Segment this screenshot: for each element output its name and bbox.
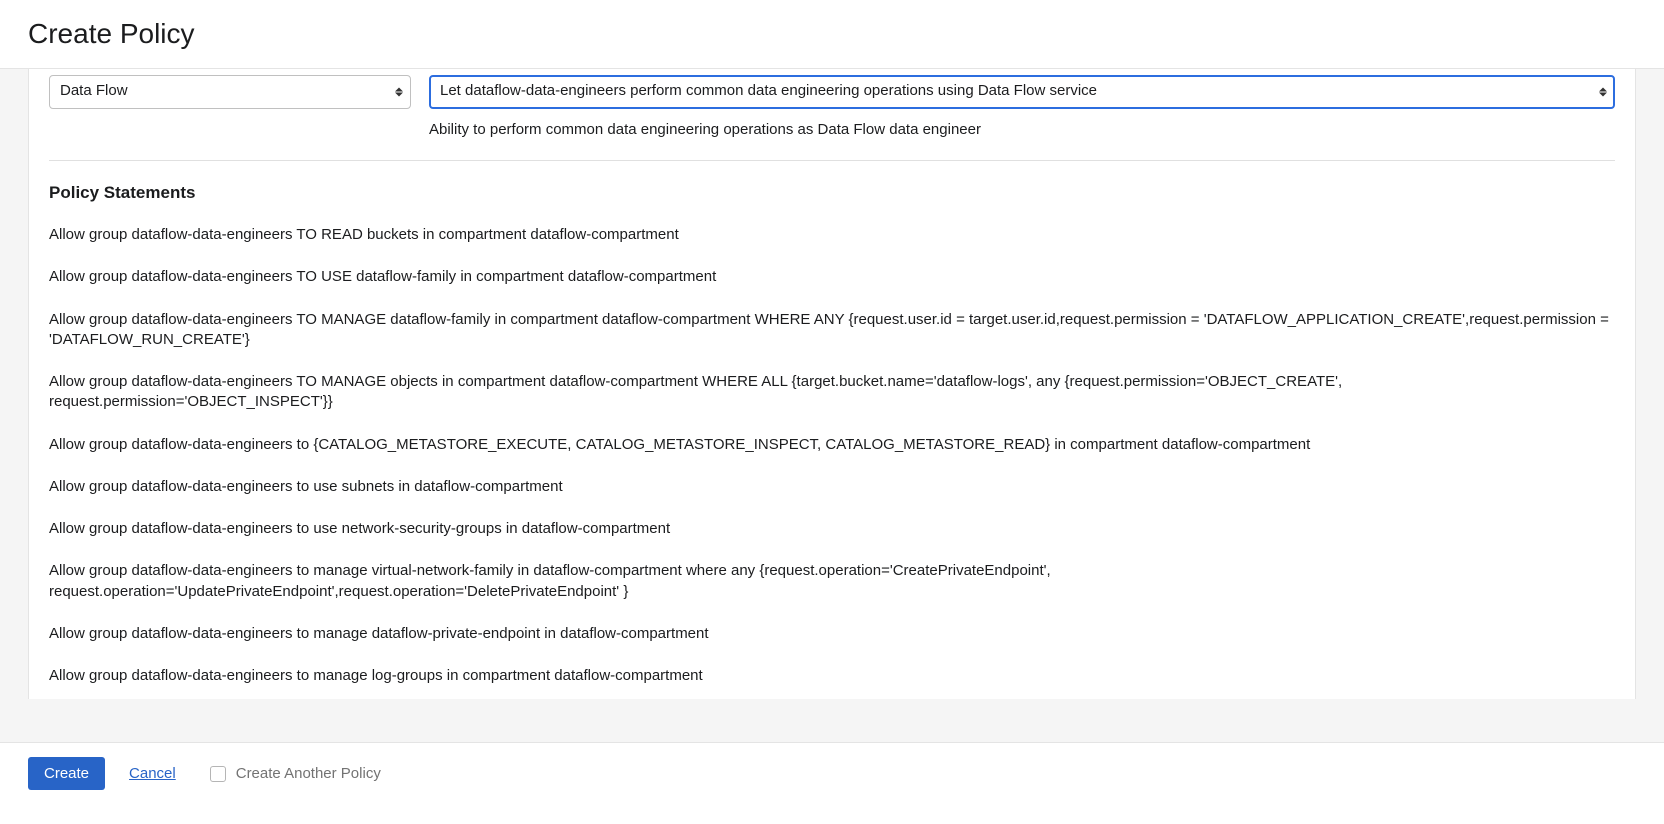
policy-template-select-wrap: Let dataflow-data-engineers perform comm… [429,75,1615,109]
policy-statement: Allow group dataflow-data-engineers TO U… [49,267,1615,287]
service-select[interactable]: Data Flow [49,75,411,109]
policy-statements-heading: Policy Statements [49,183,1615,203]
policy-statement: Allow group dataflow-data-engineers TO M… [49,310,1615,351]
policy-template-select[interactable]: Let dataflow-data-engineers perform comm… [429,75,1615,109]
service-select-wrap: Data Flow [49,75,411,109]
create-button[interactable]: Create [28,757,105,790]
content-area: Data Flow Let dataflow-data-engineers pe… [28,69,1636,699]
policy-statement: Allow group dataflow-data-engineers to u… [49,519,1615,539]
divider [49,160,1615,161]
page-header: Create Policy [0,0,1664,69]
page-title: Create Policy [28,18,1636,50]
policy-statement: Allow group dataflow-data-engineers to u… [49,477,1615,497]
create-another-wrap: Create Another Policy [210,765,381,782]
policy-statement: Allow group dataflow-data-engineers to m… [49,666,1615,686]
selectors-row: Data Flow Let dataflow-data-engineers pe… [49,69,1615,109]
policy-statement: Allow group dataflow-data-engineers TO M… [49,372,1615,413]
create-another-checkbox[interactable] [210,766,226,782]
policy-statement: Allow group dataflow-data-engineers to m… [49,561,1615,602]
footer-bar: Create Cancel Create Another Policy [0,742,1664,824]
template-description: Ability to perform common data engineeri… [429,121,1615,138]
policy-statement: Allow group dataflow-data-engineers to m… [49,624,1615,644]
policy-statement: Allow group dataflow-data-engineers TO R… [49,225,1615,245]
policy-statement: Allow group dataflow-data-engineers to {… [49,435,1615,455]
policy-statements-list: Allow group dataflow-data-engineers TO R… [49,225,1615,699]
create-another-label: Create Another Policy [236,765,381,782]
cancel-link[interactable]: Cancel [129,765,176,782]
